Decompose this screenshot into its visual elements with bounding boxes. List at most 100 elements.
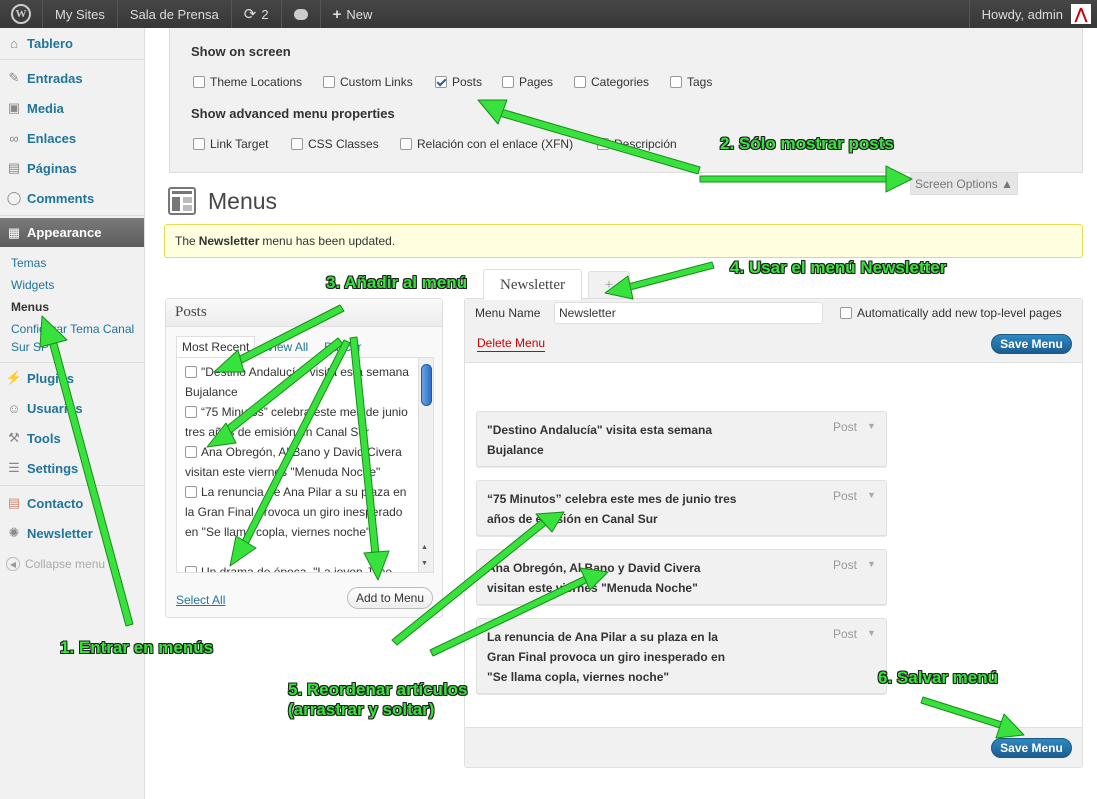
sidebar-item-users[interactable]: ☺ Usuarios (0, 397, 144, 419)
my-sites-link[interactable]: My Sites (43, 0, 118, 28)
checkbox-description[interactable]: Descripción (597, 137, 677, 151)
screen-options-tab[interactable]: Screen Options ▲ (910, 173, 1018, 195)
updates-link[interactable]: ⟳ 2 (232, 0, 282, 28)
add-to-menu-button[interactable]: Add to Menu (347, 587, 433, 609)
submenu-menus[interactable]: Menus (11, 300, 49, 314)
sidebar-item-links[interactable]: ∞ Enlaces (0, 127, 144, 149)
checkbox-categories[interactable]: Categories (574, 75, 649, 89)
checkbox-posts[interactable]: Posts (435, 75, 482, 89)
checkbox-css-classes[interactable]: CSS Classes (291, 137, 379, 151)
scrollbar-thumb[interactable] (421, 364, 432, 406)
submenu-themes[interactable]: Temas (11, 256, 46, 270)
checkbox-box[interactable] (185, 486, 197, 498)
checkbox-box[interactable] (185, 406, 197, 418)
select-all-link[interactable]: Select All (176, 593, 225, 607)
checkbox-box[interactable] (193, 76, 205, 88)
checkbox-box[interactable] (185, 366, 197, 378)
post-title: "Destino Andalucía" visita esta semana B… (185, 365, 409, 399)
sidebar-item-tools[interactable]: ⚒ Tools (0, 427, 144, 449)
tab-search[interactable]: Buscar (319, 337, 366, 357)
sidebar-item-newsletter[interactable]: ✺ Newsletter (0, 522, 144, 544)
checkbox-box[interactable] (400, 138, 412, 150)
checkbox-box[interactable] (185, 566, 197, 572)
auto-add-pages-checkbox[interactable]: Automatically add new top-level pages (840, 306, 1062, 320)
checkbox-box-checked[interactable] (435, 76, 447, 88)
newsletter-icon: ✺ (8, 525, 20, 540)
sidebar-item-media[interactable]: ▣ Media (0, 97, 144, 119)
comments-bubble-icon[interactable] (282, 0, 321, 28)
tab-view-all[interactable]: View All (261, 337, 313, 357)
users-icon: ☺ (7, 400, 21, 416)
checkbox-xfn[interactable]: Relación con el enlace (XFN) (400, 137, 573, 151)
submenu-theme-config-line2[interactable]: Sur SP (11, 340, 49, 354)
screen-options-panel: Show on screen Theme Locations Custom Li… (169, 28, 1083, 173)
new-content-link[interactable]: + New (321, 0, 385, 28)
expand-arrow-icon[interactable]: ▼ (867, 490, 876, 500)
sidebar-item-label: Contacto (27, 495, 84, 511)
sidebar-item-appearance[interactable]: ▦ Appearance (0, 218, 144, 247)
tab-newsletter[interactable]: Newsletter (483, 269, 582, 300)
checkbox-box[interactable] (574, 76, 586, 88)
checkbox-pages[interactable]: Pages (502, 75, 553, 89)
plugin-icon: ⚡ (5, 370, 23, 385)
menu-item-card[interactable]: "Destino Andalucía" visita esta semana B… (476, 411, 887, 467)
submenu-widgets[interactable]: Widgets (11, 278, 54, 292)
collapse-menu-button[interactable]: ◀ Collapse menu (0, 553, 144, 575)
checkbox-box[interactable] (670, 76, 682, 88)
tab-add-menu[interactable]: + (588, 271, 630, 298)
sidebar-item-plugins[interactable]: ⚡ Plugins (0, 367, 144, 389)
tab-most-recent[interactable]: Most Recent (176, 336, 256, 357)
collapse-icon: ◀ (6, 557, 20, 571)
expand-arrow-icon[interactable]: ▼ (867, 559, 876, 569)
expand-arrow-icon[interactable]: ▼ (867, 421, 876, 431)
sidebar-item-posts[interactable]: ✎ Entradas (0, 67, 144, 89)
checkbox-box[interactable] (502, 76, 514, 88)
sidebar-item-dashboard[interactable]: ⌂ Tablero (0, 32, 144, 54)
delete-menu-link[interactable]: Delete Menu (477, 336, 546, 352)
checkbox-tags[interactable]: Tags (670, 75, 712, 89)
checkbox-box[interactable] (193, 138, 205, 150)
sidebar-item-label: Enlaces (27, 130, 77, 146)
account-menu[interactable]: Howdy, admin ⋀ (968, 0, 1097, 28)
expand-arrow-icon[interactable]: ▼ (867, 628, 876, 638)
checkbox-box[interactable] (323, 76, 335, 88)
menu-name-input[interactable]: Newsletter (554, 302, 823, 324)
contact-icon: ▤ (7, 495, 21, 510)
list-item[interactable]: La renuncia de Ana Pilar a su plaza en l… (185, 482, 413, 542)
checkbox-theme-locations[interactable]: Theme Locations (193, 75, 302, 89)
tools-icon: ⚒ (8, 430, 20, 445)
annotation-step-5-detail: (arrastrar y soltar) (288, 700, 435, 719)
sidebar-item-comments[interactable]: ◯ Comments (0, 187, 144, 209)
scroll-up-icon[interactable]: ▲ (421, 544, 428, 551)
checkbox-box[interactable] (840, 307, 852, 319)
wordpress-logo-icon[interactable]: W (0, 0, 43, 28)
checkbox-link-target[interactable]: Link Target (193, 137, 268, 151)
save-menu-button-bottom[interactable]: Save Menu (991, 738, 1072, 758)
list-item[interactable]: "Destino Andalucía" visita esta semana B… (185, 362, 413, 402)
avatar: ⋀ (1071, 4, 1091, 24)
post-checklist: "Destino Andalucía" visita esta semana B… (176, 357, 434, 573)
scroll-down-icon[interactable]: ▼ (421, 560, 428, 567)
checkbox-box[interactable] (185, 446, 197, 458)
checkbox-box[interactable] (597, 138, 609, 150)
menu-item-card[interactable]: Ana Obregón, Al Bano y David Civera visi… (476, 549, 887, 605)
menu-item-card[interactable]: “75 Minutos” celebra este mes de junio t… (476, 480, 887, 536)
list-item[interactable]: “75 Minutos” celebra este mes de junio t… (185, 402, 413, 442)
sidebar-item-contact[interactable]: ▤ Contacto (0, 492, 144, 514)
checkbox-custom-links[interactable]: Custom Links (323, 75, 413, 89)
list-item[interactable]: Ana Obregón, Al Bano y David Civera visi… (185, 442, 413, 482)
menu-item-card[interactable]: La renuncia de Ana Pilar a su plaza en l… (476, 618, 887, 694)
checkbox-box[interactable] (291, 138, 303, 150)
menus-page-icon (168, 187, 196, 215)
post-list-scrollbar[interactable]: ▲ ▼ (418, 358, 433, 572)
list-item[interactable]: Un drama de época, "La joven Jane (185, 562, 413, 572)
sidebar-item-settings[interactable]: ☰ Settings (0, 457, 144, 479)
checkbox-label: Categories (591, 75, 650, 89)
menu-item-title: “75 Minutos” celebra este mes de junio t… (487, 492, 737, 526)
site-name-link[interactable]: Sala de Prensa (118, 0, 232, 28)
sidebar-item-pages[interactable]: ▤ Páginas (0, 157, 144, 179)
menu-item-type: Post (833, 558, 858, 572)
submenu-theme-config[interactable]: Configurar Tema Canal (11, 322, 134, 336)
save-menu-button-top[interactable]: Save Menu (991, 334, 1072, 354)
screen-options-heading: Show on screen (191, 44, 291, 59)
